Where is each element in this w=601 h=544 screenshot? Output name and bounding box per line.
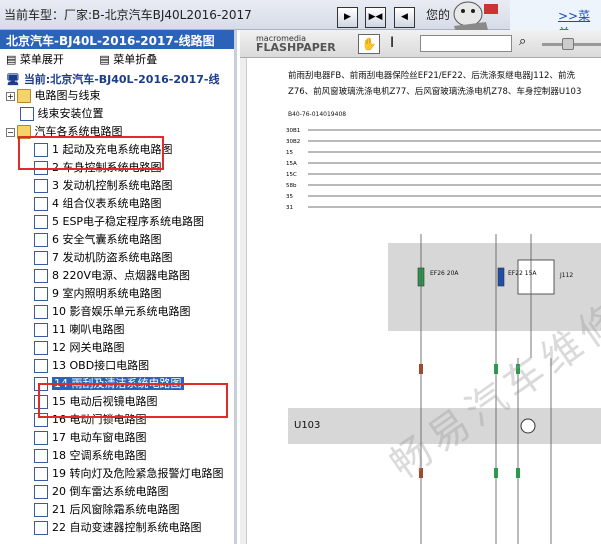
page-icon [34,305,48,319]
wiring-diagram: 前雨刮电器FB、前雨刮电器保险丝EF21/EF22、后洗涤泵继电器J112、前洗… [248,58,601,544]
folder-icon [17,89,31,103]
page-icon [34,251,48,265]
current-model-title: 当前车型：厂家:B-北京汽车BJ40L2016-2017 [4,8,252,22]
page-icon [34,359,48,373]
viewer-toolbar: macromedia FLASHPAPER ✋ I ⌕ [240,30,601,58]
tree-item-label: 8 220V电源、点烟器电路图 [52,269,191,282]
tree-item-label: 11 喇叭电路图 [52,323,125,336]
tree-item-label: 9 室内照明系统电路图 [52,287,162,300]
tree-item-system-4[interactable]: 4 组合仪表系统电路图 [6,195,234,213]
tree-item-label: 3 发动机控制系统电路图 [52,179,173,192]
page-icon [34,431,48,445]
tree-item-label: 18 空调系统电路图 [52,449,147,462]
page-icon [34,449,48,463]
tree-item-label: 13 OBD接口电路图 [52,359,150,372]
flashpaper-logo: macromedia FLASHPAPER [256,34,336,54]
split-button[interactable]: ▶◀ [365,7,386,28]
expand-all-button[interactable]: ▤ 菜单展开 [6,53,80,66]
tree-folder-diagrams[interactable]: + 电路图与线束 [6,87,234,105]
tree-item-label: 22 自动变速器控制系统电路图 [52,521,202,534]
page-icon [34,341,48,355]
zoom-handle[interactable] [562,38,574,50]
page-icon [34,197,48,211]
bus-label: 35 [286,194,293,200]
tree-item-harness-location[interactable]: 线束安装位置 [6,105,234,123]
page-icon [34,233,48,247]
bus-label: 30B2 [286,139,300,145]
tree-item-system-8[interactable]: 8 220V电源、点烟器电路图 [6,267,234,285]
text-select-icon[interactable]: I [390,35,394,51]
tree-folder-label: 电路图与线束 [34,89,101,102]
next-button[interactable]: ◀ [394,7,415,28]
collapse-all-button[interactable]: ▤ 菜单折叠 [99,53,173,66]
highlight-box-systems [18,136,164,170]
zoom-slider[interactable] [542,38,601,50]
top-bar: 当前车型：厂家:B-北京汽车BJ40L2016-2017 ▶ ▶◀ ◀ 您的 >… [0,0,601,40]
tree-item-system-7[interactable]: 7 发动机防盗系统电路图 [6,249,234,267]
tree-item-system-19[interactable]: 19 转向灯及危险紧急报警灯电路图 [6,465,234,483]
page-icon [34,485,48,499]
highlight-box-wiper [38,383,228,418]
document-viewer: macromedia FLASHPAPER ✋ I ⌕ 前雨刮电器FB、前雨刮电器… [240,30,601,544]
tree-toolbar: ▤ 菜单展开 ▤ 菜单折叠 [0,49,234,67]
tree-item-system-10[interactable]: 10 影音娱乐单元系统电路图 [6,303,234,321]
page-icon [34,323,48,337]
bus-label: 15 [286,150,293,156]
page-icon [20,107,34,121]
page-icon [34,215,48,229]
tree-item-label: 6 安全气囊系统电路图 [52,233,162,246]
page-icon [34,179,48,193]
module-label: U103 [294,420,321,431]
page-icon [34,521,48,535]
tree-item-label: 10 影音娱乐单元系统电路图 [52,305,191,318]
bus-label: 30B1 [286,128,300,134]
mascot-icon [453,1,498,32]
tree-root-label: 当前:北京汽车-BJ40L-2016-2017-线 [23,73,220,86]
page-icon [34,503,48,517]
tree-item-system-6[interactable]: 6 安全气囊系统电路图 [6,231,234,249]
tree-item-label: 12 网关电路图 [52,341,125,354]
tree-item-system-3[interactable]: 3 发动机控制系统电路图 [6,177,234,195]
bus-label: 31 [286,205,293,211]
search-icon[interactable]: ⌕ [519,34,526,49]
tree-item-system-5[interactable]: 5 ESP电子稳定程序系统电路图 [6,213,234,231]
viewer-scrollbar[interactable] [240,58,247,544]
tree-root[interactable]: 🖥 当前:北京汽车-BJ40L-2016-2017-线 [0,67,234,87]
bus-label: 58b [286,183,297,189]
search-input[interactable] [420,35,512,52]
tree-item-system-22[interactable]: 22 自动变速器控制系统电路图 [6,519,234,537]
menu-link-box: >>菜单 [510,0,601,40]
tree-item-label: 17 电动车窗电路图 [52,431,147,444]
tree-item-label: 21 后风窗除霜系统电路图 [52,503,180,516]
tree-item-system-11[interactable]: 11 喇叭电路图 [6,321,234,339]
system-items: 1 起动及充电系统电路图 2 车身控制系统电路图 3 发动机控制系统电路图 4 组合仪… [6,141,234,537]
tree-item-system-9[interactable]: 9 室内照明系统电路图 [6,285,234,303]
tree-item-label: 20 倒车雷达系统电路图 [52,485,169,498]
tree-item-label: 5 ESP电子稳定程序系统电路图 [52,215,205,228]
tree-item-system-18[interactable]: 18 空调系统电路图 [6,447,234,465]
relay-label: J112 [560,272,574,279]
fuse-label-2: EF22 15A [508,270,537,277]
tree-header: 北京汽车-BJ40L-2016-2017-线路图 [0,30,234,49]
bus-label: 15C [286,172,297,178]
fuse-label-1: EF26 20A [430,270,459,277]
page-icon [34,269,48,283]
tree-item-label: 线束安装位置 [37,107,104,120]
hand-tool-icon[interactable]: ✋ [358,34,380,54]
tree-item-system-17[interactable]: 17 电动车窗电路图 [6,429,234,447]
page-icon [34,287,48,301]
tree-item-system-20[interactable]: 20 倒车雷达系统电路图 [6,483,234,501]
tree-item-system-12[interactable]: 12 网关电路图 [6,339,234,357]
page-icon [34,467,48,481]
tree-item-label: 7 发动机防盗系统电路图 [52,251,173,264]
computer-icon: 🖥 [6,73,20,86]
tree-item-label: 19 转向灯及危险紧急报警灯电路图 [52,467,224,480]
bus-label: 15A [286,161,297,167]
tree-item-system-13[interactable]: 13 OBD接口电路图 [6,357,234,375]
previous-button[interactable]: ▶ [337,7,358,28]
tree-item-system-21[interactable]: 21 后风窗除霜系统电路图 [6,501,234,519]
tree-panel: 北京汽车-BJ40L-2016-2017-线路图 ▤ 菜单展开 ▤ 菜单折叠 🖥… [0,30,237,544]
tree-item-label: 4 组合仪表系统电路图 [52,197,162,210]
